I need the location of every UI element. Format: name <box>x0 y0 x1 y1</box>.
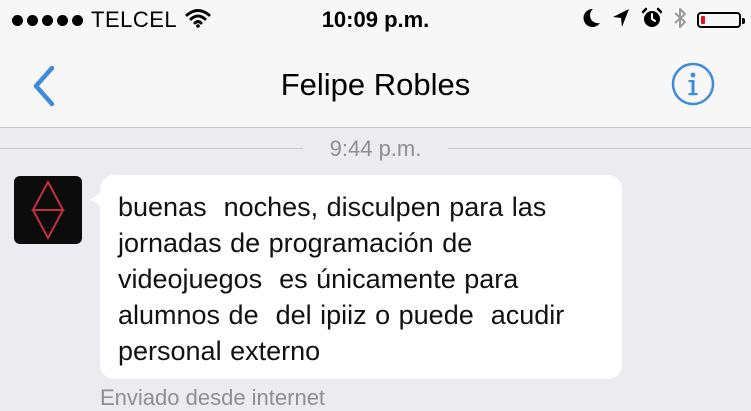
status-bar: TELCEL 10:09 p.m. <box>0 0 751 40</box>
divider <box>448 148 751 149</box>
info-icon <box>671 62 715 106</box>
location-arrow-icon <box>611 7 631 34</box>
message-footer: Enviado desde internet <box>100 385 326 410</box>
contact-name-title: Felipe Robles <box>280 67 471 102</box>
message-timestamp: 9:44 p.m. <box>0 128 751 170</box>
battery-level <box>701 16 705 24</box>
alarm-clock-icon <box>641 7 663 34</box>
moon-icon <box>581 7 601 34</box>
triangle-logo-icon <box>31 179 65 241</box>
info-button[interactable] <box>671 62 715 106</box>
status-right <box>581 6 745 35</box>
message-bubble[interactable]: buenas noches, disculpen para las jornad… <box>100 175 622 379</box>
navigation-bar: Felipe Robles <box>0 40 751 128</box>
bluetooth-icon <box>673 6 687 35</box>
timestamp-label: 9:44 p.m. <box>329 136 422 161</box>
battery-icon <box>697 12 745 28</box>
avatar[interactable] <box>14 176 82 244</box>
